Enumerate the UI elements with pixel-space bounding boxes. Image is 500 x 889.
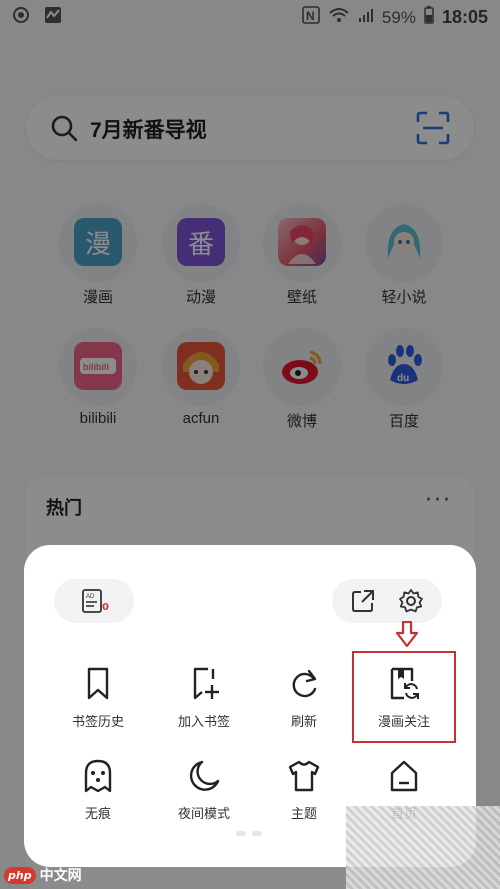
ghost-icon — [84, 759, 112, 793]
settings-gear-icon[interactable] — [398, 588, 424, 614]
menu-label: 漫画关注 — [377, 714, 430, 729]
refresh-icon — [292, 669, 317, 698]
annotation-arrow-icon — [396, 621, 418, 647]
menu-label: 夜间模式 — [177, 806, 230, 821]
menu-label: 主题 — [290, 806, 317, 821]
add-bookmark-icon — [193, 667, 219, 700]
menu-theme[interactable]: 主题 — [250, 759, 358, 835]
menu-manga-follow[interactable]: 漫画关注 — [350, 667, 458, 743]
menu-label: 书签历史 — [71, 714, 124, 729]
menu-bookmark-history[interactable]: 书签历史 — [44, 667, 152, 743]
shirt-icon — [288, 760, 320, 792]
menu-label: 刷新 — [290, 714, 317, 729]
watermark: php 中文网 — [4, 864, 82, 886]
watermark-badge: php — [4, 866, 36, 884]
bookmark-count: 0 — [102, 602, 109, 613]
moon-icon — [189, 760, 220, 791]
share-icon[interactable] — [350, 588, 376, 614]
home-icon — [390, 760, 418, 792]
menu-add-bookmark[interactable]: 加入书签 — [150, 667, 258, 743]
manga-follow-icon — [390, 667, 419, 700]
menu-label: 加入书签 — [177, 714, 230, 729]
menu-incognito[interactable]: 无痕 — [44, 759, 152, 835]
page-dot — [236, 831, 246, 836]
watermark-noise — [346, 806, 500, 889]
menu-night-mode[interactable]: 夜间模式 — [150, 759, 258, 835]
page-indicator — [236, 831, 262, 836]
svg-text:AD: AD — [86, 594, 95, 600]
page-dot — [252, 831, 262, 836]
menu-label: 无痕 — [84, 806, 111, 821]
top-actions — [332, 579, 442, 623]
reading-list-button[interactable]: AD 0 — [54, 579, 134, 623]
menu-refresh[interactable]: 刷新 — [250, 667, 358, 743]
watermark-site: 中文网 — [39, 868, 82, 884]
bookmark-icon — [87, 667, 109, 700]
